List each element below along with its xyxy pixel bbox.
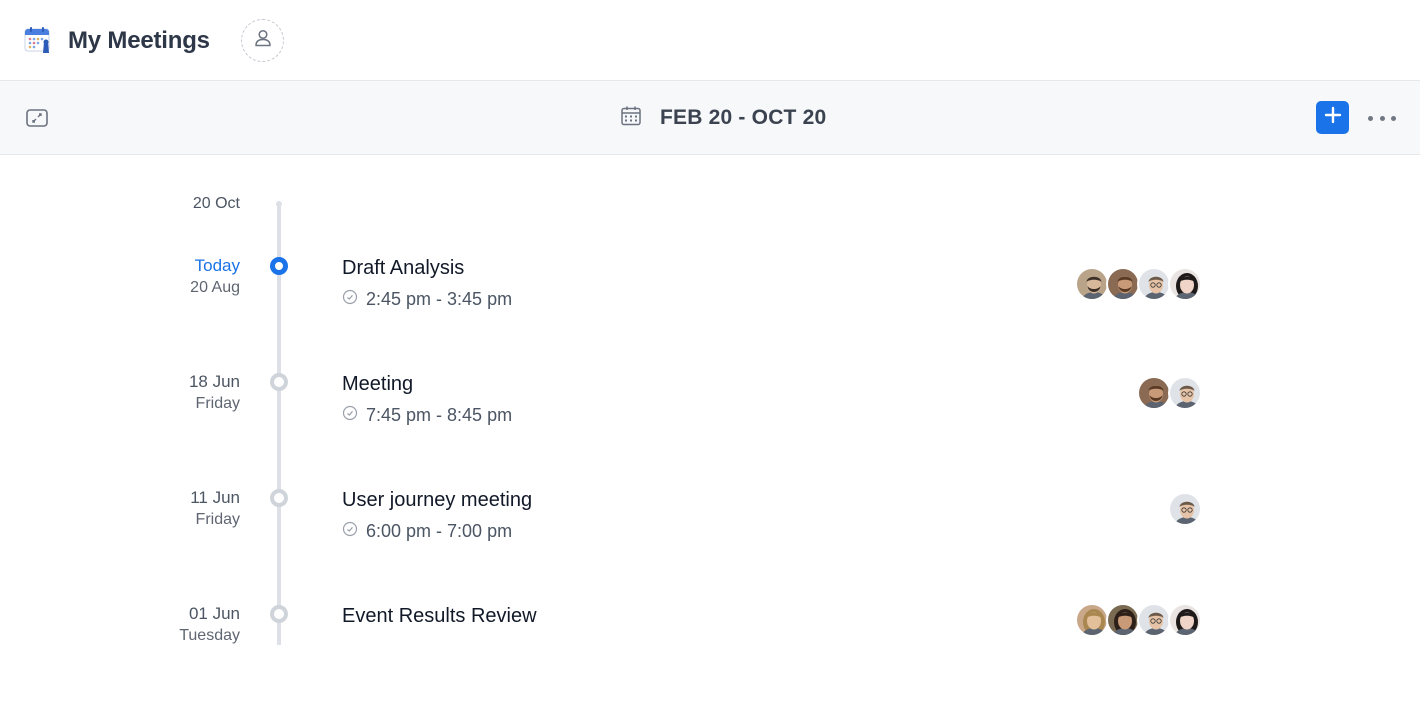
timeline-start-dot	[276, 201, 282, 207]
avatar[interactable]	[1075, 267, 1109, 301]
calendar-icon	[620, 105, 642, 132]
plus-icon	[1324, 106, 1342, 129]
toolbar: FEB 20 - OCT 20	[0, 81, 1420, 155]
attendee-avatars[interactable]	[1075, 603, 1202, 637]
event-title[interactable]: User journey meeting	[342, 487, 532, 513]
user-icon	[253, 28, 273, 53]
timeline-event[interactable]: 18 Jun Friday Meeting 7:45 pm - 8:45 pm	[0, 371, 1420, 471]
event-date: Today 20 Aug	[120, 255, 240, 299]
timeline-marker	[270, 605, 288, 623]
avatar[interactable]	[1168, 603, 1202, 637]
timeline-marker	[270, 257, 288, 275]
avatar[interactable]	[1106, 267, 1140, 301]
attendee-avatars[interactable]	[1075, 267, 1202, 301]
more-options-button[interactable]	[1368, 108, 1396, 128]
avatar[interactable]	[1106, 603, 1140, 637]
event-time-label: 2:45 pm - 3:45 pm	[366, 289, 513, 309]
avatar[interactable]	[1168, 376, 1202, 410]
event-time: 7:45 pm - 8:45 pm	[342, 405, 512, 426]
event-date-secondary: Friday	[195, 395, 240, 412]
event-time-label: 6:00 pm - 7:00 pm	[366, 521, 513, 541]
avatar[interactable]	[1075, 603, 1109, 637]
page-title: My Meetings	[68, 27, 210, 54]
timeline-start-date: 20 Oct	[192, 195, 240, 212]
expand-icon[interactable]	[25, 108, 49, 128]
avatar[interactable]	[1137, 267, 1171, 301]
event-time: 6:00 pm - 7:00 pm	[342, 521, 512, 542]
event-date: 18 Jun Friday	[120, 371, 240, 415]
timeline-event[interactable]: 11 Jun Friday User journey meeting 6:00 pm …	[0, 487, 1420, 587]
event-date-primary: Today	[194, 256, 240, 275]
event-time-label: 7:45 pm - 8:45 pm	[366, 405, 513, 425]
event-title[interactable]: Draft Analysis	[342, 255, 464, 281]
top-bar: My Meetings	[0, 0, 1420, 81]
calendar-app-icon	[24, 26, 52, 54]
event-date-primary: 18 Jun	[188, 372, 240, 391]
timeline-marker	[270, 489, 288, 507]
event-date-secondary: Tuesday	[179, 627, 240, 644]
timeline-marker	[270, 373, 288, 391]
event-date-primary: 11 Jun	[190, 488, 240, 507]
clock-icon	[342, 521, 358, 542]
avatar[interactable]	[1137, 603, 1171, 637]
event-date-secondary: 20 Aug	[190, 279, 240, 296]
timeline-event[interactable]: 01 Jun Tuesday Event Results Review	[0, 603, 1420, 703]
event-date: 11 Jun Friday	[120, 487, 240, 531]
event-date-secondary: Friday	[195, 511, 240, 528]
date-range-selector[interactable]: FEB 20 - OCT 20	[620, 104, 826, 132]
event-title[interactable]: Event Results Review	[342, 603, 537, 629]
add-meeting-button[interactable]	[1316, 101, 1349, 134]
avatar[interactable]	[1168, 492, 1202, 526]
attendee-avatars[interactable]	[1168, 492, 1202, 526]
more-horizontal-icon	[1368, 115, 1373, 121]
event-date: 01 Jun Tuesday	[120, 603, 240, 647]
clock-icon	[342, 405, 358, 426]
avatar[interactable]	[1168, 267, 1202, 301]
clock-icon	[342, 289, 358, 310]
date-range-label: FEB 20 - OCT 20	[660, 106, 827, 129]
avatar[interactable]	[1137, 376, 1171, 410]
event-title[interactable]: Meeting	[342, 371, 413, 397]
timeline-event[interactable]: Today 20 Aug Draft Analysis 2:45 pm - 3:45 …	[0, 255, 1420, 355]
attendee-avatars[interactable]	[1137, 376, 1202, 410]
event-time: 2:45 pm - 3:45 pm	[342, 289, 512, 310]
event-date-primary: 01 Jun	[188, 604, 240, 623]
user-button[interactable]	[241, 19, 284, 62]
